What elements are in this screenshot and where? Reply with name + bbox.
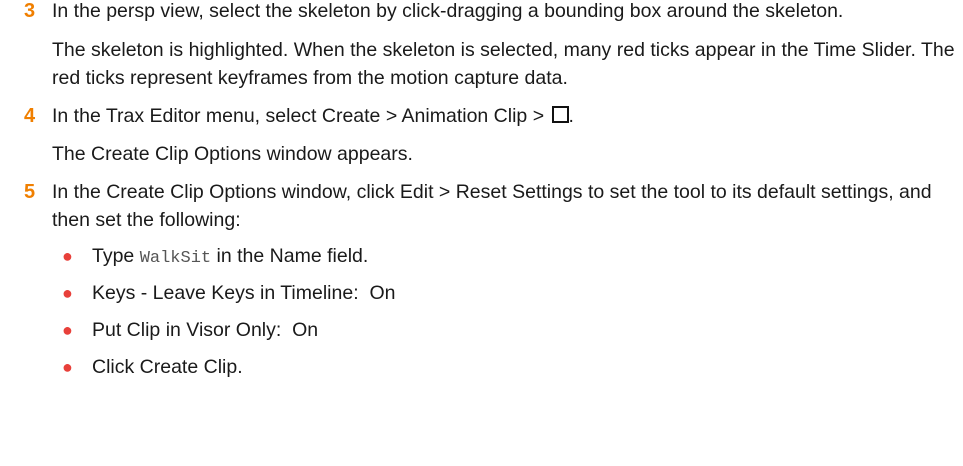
step-5: 5 In the Create Clip Options window, cli… xyxy=(0,178,963,234)
bullet-icon: ● xyxy=(62,283,73,303)
step-number: 3 xyxy=(24,0,36,22)
bullet-icon: ● xyxy=(62,357,73,377)
step-instruction-end: . xyxy=(568,105,574,127)
step-instruction: In the Create Clip Options window, click… xyxy=(52,181,932,231)
list-item-text: Keys - Leave Keys in Timeline: On xyxy=(92,282,396,304)
step-result: The skeleton is highlighted. When the sk… xyxy=(52,39,955,89)
step-instruction-text: In the Trax Editor menu, select Create >… xyxy=(52,105,550,127)
step-4: 4 In the Trax Editor menu, select Create… xyxy=(0,102,963,130)
step-3: 3 In the persp view, select the skeleton… xyxy=(0,0,963,25)
option-box-icon xyxy=(551,106,569,123)
list-item-text: Click Create Clip. xyxy=(92,356,243,378)
bullet-icon: ● xyxy=(62,320,73,340)
list-item: ● Type WalkSit in the Name field. xyxy=(0,238,963,275)
list-item: ● Click Create Clip. xyxy=(0,349,963,386)
code-value: WalkSit xyxy=(139,249,212,268)
list-item: ● Put Clip in Visor Only: On xyxy=(0,312,963,349)
list-item-text: Type xyxy=(92,245,140,267)
list-item: ● Keys - Leave Keys in Timeline: On xyxy=(0,275,963,312)
step-instruction: In the persp view, select the skeleton b… xyxy=(52,0,844,22)
list-item-text-end: in the Name field. xyxy=(211,245,369,267)
list-item-text: Put Clip in Visor Only: On xyxy=(92,319,319,341)
step-number: 5 xyxy=(24,181,36,203)
step-number: 4 xyxy=(24,105,36,127)
bullet-icon: ● xyxy=(62,246,73,266)
document-page: 3 In the persp view, select the skeleton… xyxy=(0,0,963,386)
step-result: The Create Clip Options window appears. xyxy=(52,143,413,165)
settings-list: ● Type WalkSit in the Name field. ● Keys… xyxy=(0,238,963,386)
step-instruction: In the Trax Editor menu, select Create >… xyxy=(52,102,963,130)
